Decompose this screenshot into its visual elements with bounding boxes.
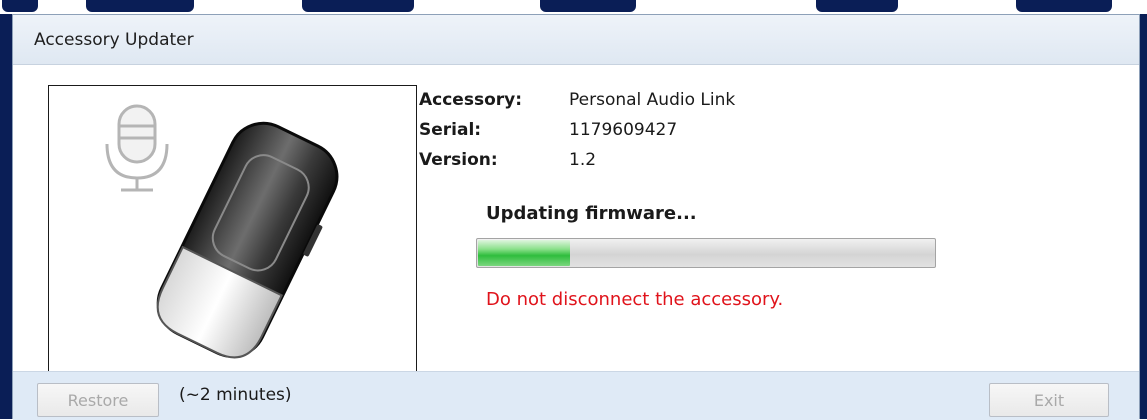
serial-value: 1179609427 [569,120,678,140]
accessory-updater-window: Accessory Updater Accessory: Personal Au… [12,14,1140,420]
device-body [156,121,339,359]
window-title: Accessory Updater [34,30,194,50]
disconnect-warning: Do not disconnect the accessory. [486,289,784,310]
accessory-image [48,85,417,387]
version-label: Version: [419,150,498,170]
exit-button[interactable]: Exit [989,383,1109,417]
time-estimate: (~2 minutes) [179,385,292,405]
title-bar: Accessory Updater [13,15,1139,65]
serial-label: Serial: [419,120,482,140]
footer-bar: Restore (~2 minutes) Exit [13,371,1139,420]
accessory-label: Accessory: [419,90,523,110]
restore-button[interactable]: Restore [37,383,159,417]
accessory-value: Personal Audio Link [569,90,736,110]
top-strip [0,0,1147,14]
accessory-device-illustration [105,104,339,359]
microphone-icon [105,104,169,192]
update-status: Updating firmware... [486,203,697,224]
firmware-progress-bar [476,238,936,268]
version-value: 1.2 [569,150,597,170]
progress-fill [478,240,570,266]
screen-frame: Accessory Updater Accessory: Personal Au… [0,0,1147,420]
